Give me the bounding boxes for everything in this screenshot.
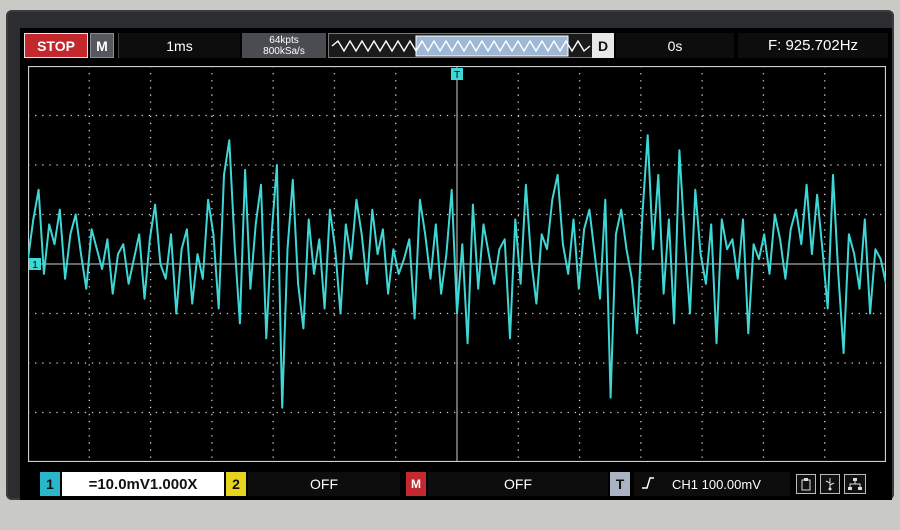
run-stop-button[interactable]: STOP: [24, 33, 88, 58]
bottom-status-bar: 1 =10.0mV1.000X 2 OFF M OFF T CH1 100.00…: [20, 468, 892, 498]
memory-depth: 64kpts: [269, 34, 299, 46]
memory-waveform-icon: [331, 35, 591, 56]
menu-button[interactable]: M: [90, 33, 114, 58]
ch2-index[interactable]: 2: [226, 472, 246, 496]
rising-edge-icon: [640, 476, 656, 493]
waveform-display[interactable]: T 1: [27, 65, 887, 463]
memory-overview-bar: [328, 33, 594, 58]
sample-rate: 800kSa/s: [263, 45, 305, 57]
ch1-index[interactable]: 1: [40, 472, 60, 496]
oscilloscope-screen: STOP M 1ms 64kpts 800kSa/s D 0s F: 925.7…: [20, 28, 892, 500]
usb-icon: [820, 474, 840, 494]
network-icon: [844, 474, 866, 494]
trigger-setting-box[interactable]: CH1 100.00mV: [634, 472, 790, 496]
trigger-marker-label: T: [454, 70, 460, 81]
usb-storage-icon: [796, 474, 816, 494]
ch1-marker-label: 1: [32, 260, 38, 271]
delay-button[interactable]: D: [592, 33, 614, 58]
ch1-setting[interactable]: =10.0mV1.000X: [62, 472, 224, 496]
oscilloscope-bezel: STOP M 1ms 64kpts 800kSa/s D 0s F: 925.7…: [6, 10, 894, 500]
acquisition-info: 64kpts 800kSa/s: [242, 33, 326, 58]
timebase-readout[interactable]: 1ms: [118, 33, 240, 58]
trigger-index[interactable]: T: [610, 472, 630, 496]
trigger-setting: CH1 100.00mV: [672, 476, 761, 492]
math-setting[interactable]: OFF: [428, 472, 608, 496]
graticule: [27, 65, 887, 463]
math-index[interactable]: M: [406, 472, 426, 496]
top-status-bar: STOP M 1ms 64kpts 800kSa/s D 0s F: 925.7…: [20, 28, 892, 64]
delay-readout[interactable]: 0s: [616, 33, 734, 58]
waveform-svg: T 1: [27, 65, 887, 463]
frequency-readout: F: 925.702Hz: [738, 33, 888, 58]
ch2-setting[interactable]: OFF: [248, 472, 400, 496]
